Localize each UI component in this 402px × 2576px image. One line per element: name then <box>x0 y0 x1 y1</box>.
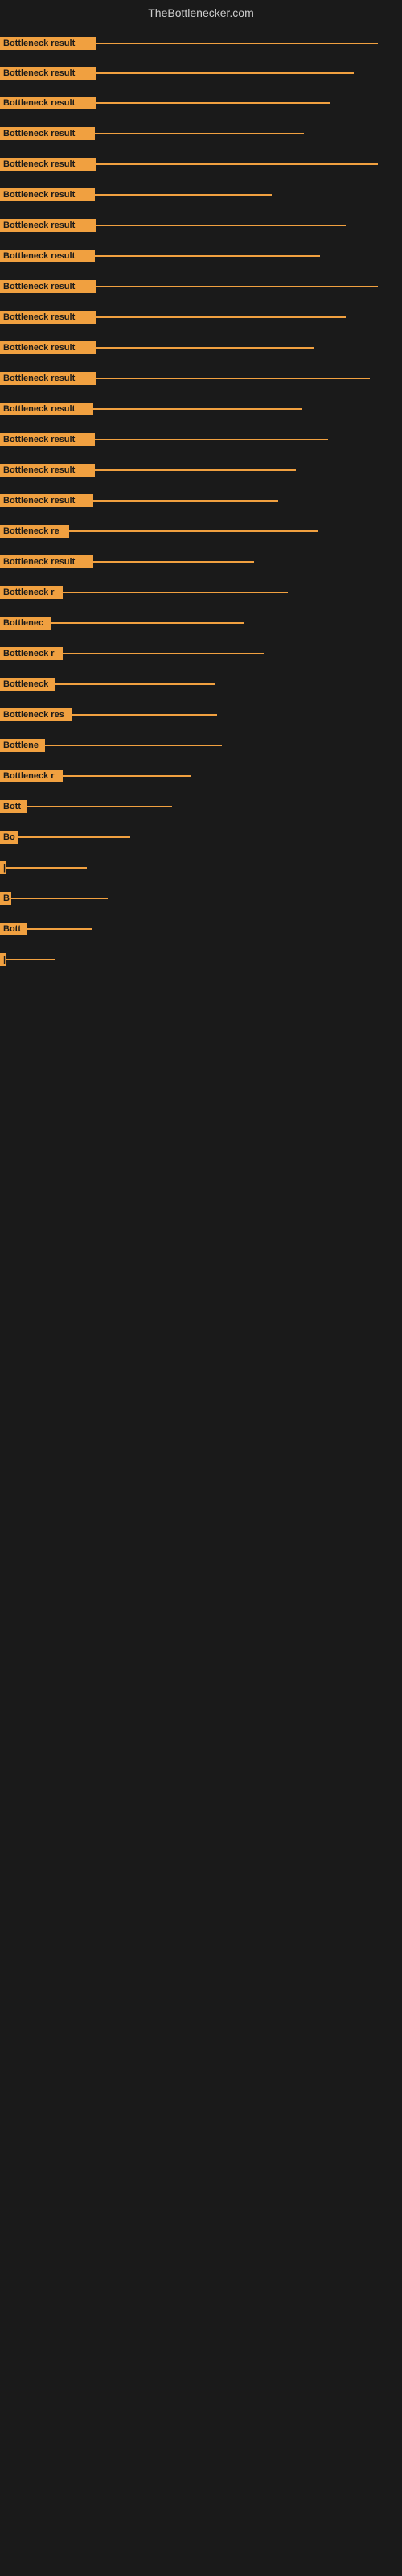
bar-item: | <box>0 953 55 966</box>
bar-line <box>96 378 370 379</box>
bar-item: Bottleneck result <box>0 280 378 293</box>
bar-label: Bottleneck result <box>0 372 96 385</box>
bar-label: Bottleneck r <box>0 586 63 599</box>
bar-label: Bottleneck re <box>0 525 69 538</box>
bar-item: Bottleneck result <box>0 67 354 80</box>
bar-line <box>95 255 320 257</box>
bar-label: | <box>0 861 6 874</box>
bar-item: Bottleneck result <box>0 219 346 232</box>
bar-line <box>55 683 215 685</box>
site-title: TheBottlenecker.com <box>0 0 402 23</box>
bar-label: Bottleneck result <box>0 67 96 80</box>
bar-label: Bottleneck result <box>0 311 96 324</box>
bar-line <box>96 102 330 104</box>
bar-label: Bottlene <box>0 739 45 752</box>
bar-line <box>96 286 378 287</box>
bar-line <box>96 225 346 226</box>
bar-label: Bottleneck <box>0 678 55 691</box>
bar-item: Bottleneck res <box>0 708 217 721</box>
bar-label: Bottleneck result <box>0 188 95 201</box>
bar-item: Bottleneck result <box>0 188 272 201</box>
bar-item: Bottleneck result <box>0 311 346 324</box>
bar-item: Bottleneck <box>0 678 215 691</box>
bar-item: Bo <box>0 831 130 844</box>
bar-item: Bottleneck result <box>0 158 378 171</box>
bar-line <box>95 133 304 134</box>
bar-line <box>11 898 108 899</box>
bar-label: B <box>0 892 11 905</box>
bar-label: Bottleneck result <box>0 158 96 171</box>
bar-item: Bott <box>0 923 92 935</box>
bar-line <box>63 653 264 654</box>
bar-item: | <box>0 861 87 874</box>
bar-line <box>72 714 217 716</box>
bar-item: B <box>0 892 108 905</box>
bar-item: Bottleneck r <box>0 586 288 599</box>
chart-area: Bottleneck result Bottleneck result Bottle… <box>0 23 402 2558</box>
bar-label: Bott <box>0 923 27 935</box>
bar-line <box>96 347 314 349</box>
bar-label: Bottleneck result <box>0 341 96 354</box>
bar-line <box>45 745 222 746</box>
bar-line <box>95 194 272 196</box>
bar-label: Bo <box>0 831 18 844</box>
bar-line <box>63 592 288 593</box>
bar-line <box>96 72 354 74</box>
bar-line <box>18 836 130 838</box>
bar-item: Bottleneck r <box>0 647 264 660</box>
bar-item: Bottleneck result <box>0 127 304 140</box>
bar-line <box>96 43 378 44</box>
bar-label: Bottleneck result <box>0 97 96 109</box>
bar-item: Bott <box>0 800 172 813</box>
bar-line <box>93 561 254 563</box>
bar-label: Bottleneck result <box>0 280 96 293</box>
bar-label: Bottleneck res <box>0 708 72 721</box>
bar-item: Bottleneck r <box>0 770 191 782</box>
bar-label: Bottleneck r <box>0 770 63 782</box>
bar-item: Bottleneck re <box>0 525 318 538</box>
bar-label: Bottleneck r <box>0 647 63 660</box>
bar-line <box>96 316 346 318</box>
bar-line <box>69 530 318 532</box>
bar-line <box>27 928 92 930</box>
bar-item: Bottleneck result <box>0 555 254 568</box>
bar-label: Bottleneck result <box>0 555 93 568</box>
bar-item: Bottleneck result <box>0 402 302 415</box>
bar-label: Bottleneck result <box>0 494 93 507</box>
bar-label: Bottleneck result <box>0 402 93 415</box>
bar-label: Bottleneck result <box>0 464 95 477</box>
bar-label: Bottleneck result <box>0 37 96 50</box>
bar-item: Bottleneck result <box>0 464 296 477</box>
bar-label: Bottlenec <box>0 617 51 630</box>
bar-label: Bott <box>0 800 27 813</box>
bar-label: Bottleneck result <box>0 219 96 232</box>
bar-item: Bottlenec <box>0 617 244 630</box>
bar-item: Bottlene <box>0 739 222 752</box>
bar-label: Bottleneck result <box>0 433 95 446</box>
bar-item: Bottleneck result <box>0 433 328 446</box>
bar-item: Bottleneck result <box>0 97 330 109</box>
bar-item: Bottleneck result <box>0 341 314 354</box>
bar-line <box>6 959 55 960</box>
bar-item: Bottleneck result <box>0 250 320 262</box>
bar-item: Bottleneck result <box>0 372 370 385</box>
bar-label: Bottleneck result <box>0 250 95 262</box>
bar-line <box>96 163 378 165</box>
bar-line <box>27 806 172 807</box>
bar-item: Bottleneck result <box>0 494 278 507</box>
bar-line <box>63 775 191 777</box>
bar-item: Bottleneck result <box>0 37 378 50</box>
bar-line <box>95 469 296 471</box>
bar-line <box>51 622 244 624</box>
bar-line <box>93 500 278 502</box>
bar-label: Bottleneck result <box>0 127 95 140</box>
bar-line <box>93 408 302 410</box>
bar-line <box>6 867 87 869</box>
bar-label: | <box>0 953 6 966</box>
bar-line <box>95 439 328 440</box>
